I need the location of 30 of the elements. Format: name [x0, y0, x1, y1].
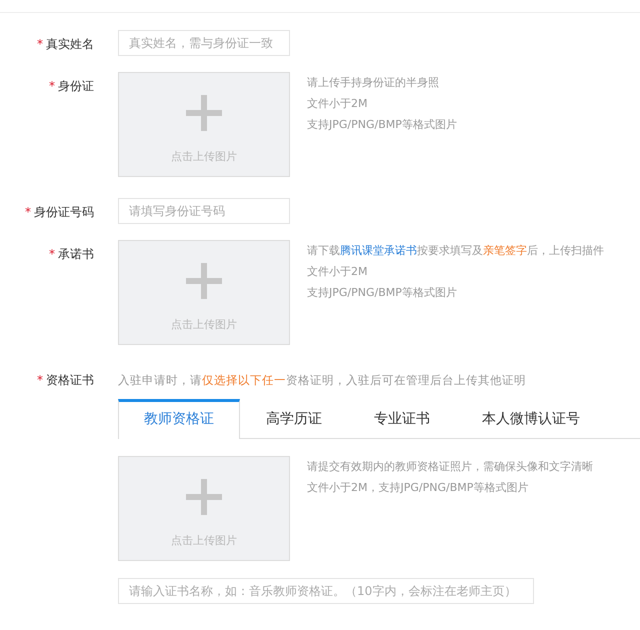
required-mark: *: [49, 247, 55, 261]
field-label: 承诺书: [58, 246, 94, 263]
hint-text: 请上传手持身份证的半身照: [307, 75, 440, 91]
required-mark: *: [25, 205, 31, 219]
hint-text: 文件小于2M: [307, 264, 368, 280]
input-field[interactable]: 请填写身份证号码: [118, 198, 290, 224]
hint-text: 支持JPG/PNG/BMP等格式图片: [307, 285, 458, 301]
input-field[interactable]: 请输入证书名称，如：音乐教师资格证。（10字内，会标注在老师主页）: [118, 578, 534, 604]
hint-text: 支持JPG/PNG/BMP等格式图片: [307, 117, 457, 133]
field-label: 身份证: [58, 78, 94, 95]
field-label: 资格证书: [46, 372, 94, 389]
field-label: 真实姓名: [46, 36, 94, 53]
hint-text: 请下载腾讯课堂承诺书按要求填写及亲笔签字后，上传扫描件: [307, 243, 604, 259]
field-label: 身份证号码: [34, 204, 94, 221]
plus-icon: [186, 263, 222, 299]
note-text: 入驻申请时，请仅选择以下任一资格证明，入驻后可在管理后台上传其他证明: [118, 372, 527, 387]
input-field[interactable]: 真实姓名，需与身份证一致: [118, 30, 290, 56]
tab[interactable]: 高学历证: [240, 399, 348, 439]
hint-text: 文件小于2M，支持JPG/PNG/BMP等格式图片: [307, 480, 530, 496]
tab[interactable]: 专业证书: [348, 399, 456, 439]
required-mark: *: [37, 373, 43, 387]
download-link[interactable]: 腾讯课堂承诺书: [340, 244, 417, 257]
plus-icon: [186, 479, 222, 515]
tab[interactable]: 本人微博认证号: [456, 399, 606, 439]
hint-text: 请提交有效期内的教师资格证照片，需确保头像和文字清晰: [307, 459, 593, 475]
tab[interactable]: 教师资格证: [118, 399, 240, 439]
plus-icon: [186, 95, 222, 131]
hint-text: 文件小于2M: [307, 96, 368, 112]
required-mark: *: [49, 79, 55, 93]
required-mark: *: [37, 37, 43, 51]
